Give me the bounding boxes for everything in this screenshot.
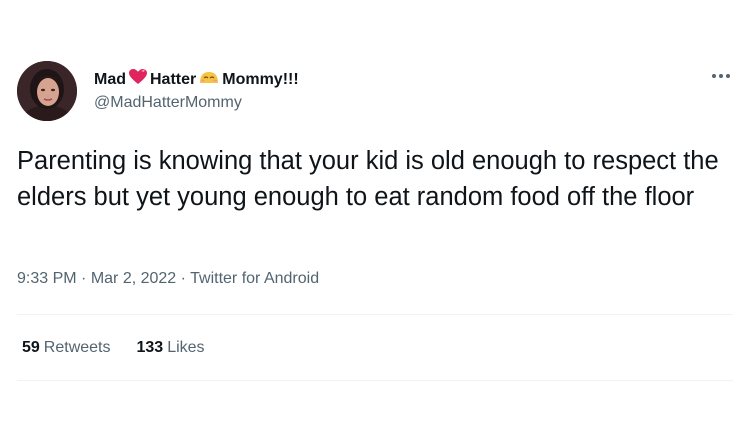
divider-bottom xyxy=(17,380,733,381)
heart-with-ribbon-icon xyxy=(128,68,148,91)
retweets-label: Retweets xyxy=(43,339,111,356)
likes-count: 133 xyxy=(136,339,164,356)
retweets-stat[interactable]: 59 Retweets xyxy=(22,339,111,357)
tweet-text: Parenting is knowing that your kid is ol… xyxy=(17,147,719,211)
tweet-card: Mad Hatter Mommy!!! @MadHatterMommy Pare… xyxy=(0,0,750,422)
meta-separator: · xyxy=(76,270,91,287)
tweet-date[interactable]: Mar 2, 2022 xyxy=(91,270,176,287)
display-name[interactable]: Mad Hatter Mommy!!! xyxy=(94,68,299,91)
more-options-icon[interactable] xyxy=(708,66,734,86)
user-handle[interactable]: @MadHatterMommy xyxy=(94,94,242,112)
meta-separator: · xyxy=(176,270,191,287)
divider-top xyxy=(17,314,733,315)
retweets-count: 59 xyxy=(22,339,40,356)
tweet-time[interactable]: 9:33 PM xyxy=(17,270,77,287)
avatar[interactable] xyxy=(17,61,77,121)
smiling-face-icon xyxy=(198,70,220,89)
display-name-part-2: Hatter xyxy=(150,70,197,88)
tweet-source[interactable]: Twitter for Android xyxy=(190,270,319,287)
likes-label: Likes xyxy=(167,339,205,356)
avatar-image xyxy=(17,61,77,121)
display-name-part-1: Mad xyxy=(94,70,126,88)
likes-stat[interactable]: 133 Likes xyxy=(137,339,205,357)
display-name-part-3: Mommy!!! xyxy=(222,70,299,88)
tweet-meta: 9:33 PM · Mar 2, 2022 · Twitter for Andr… xyxy=(17,270,319,288)
tweet-stats: 59 Retweets 133 Likes xyxy=(22,339,205,357)
